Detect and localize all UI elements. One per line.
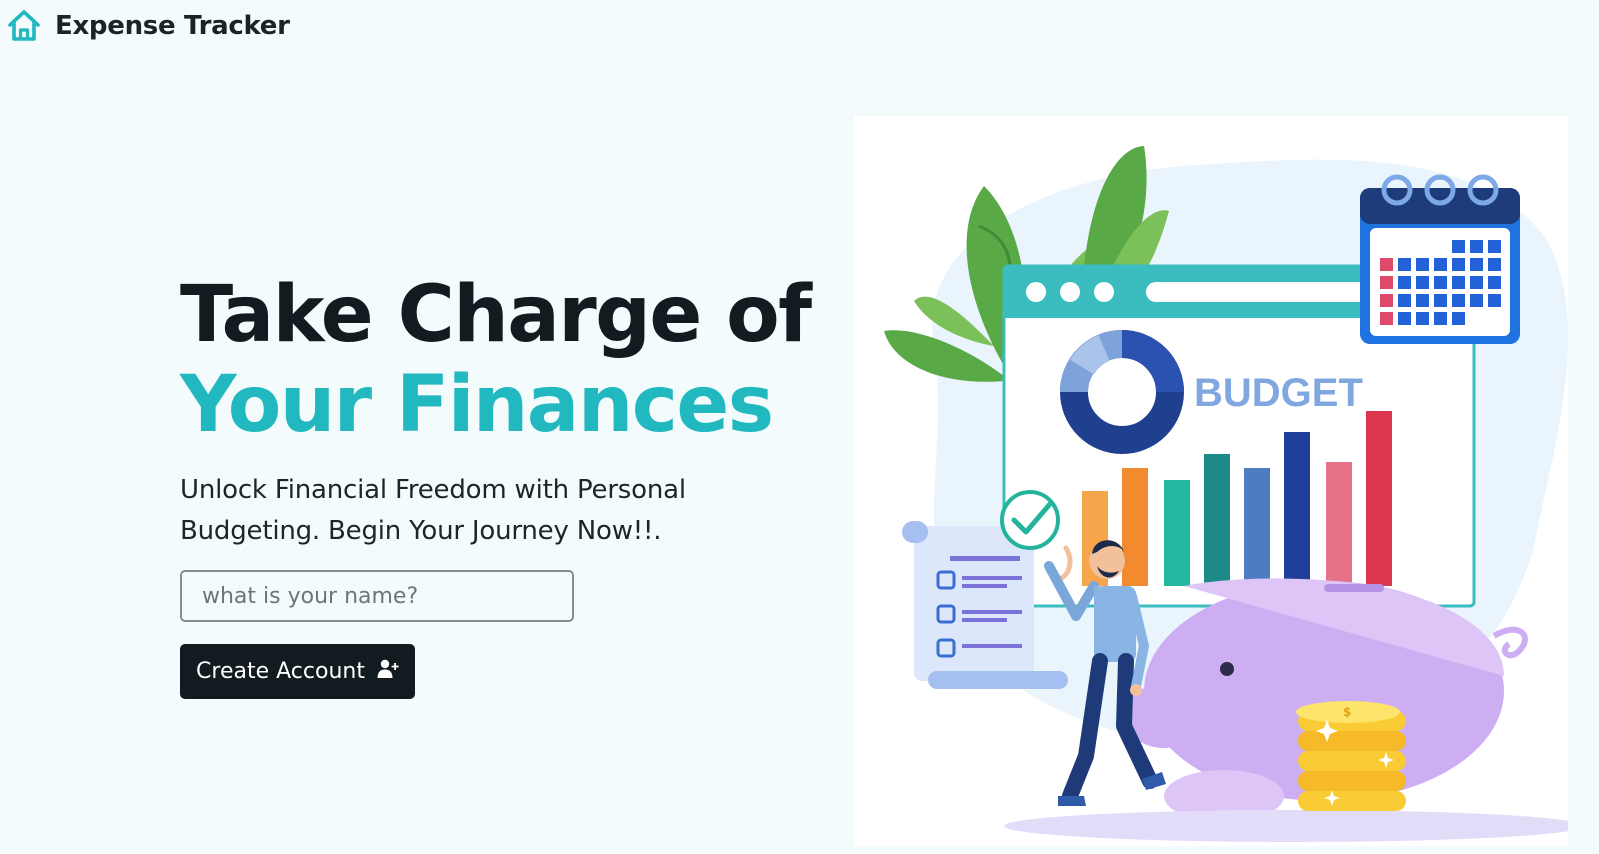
coin-stack-icon: $ [1296, 701, 1406, 811]
headline-line-1: Take Charge of [180, 270, 812, 360]
create-account-label: Create Account [196, 659, 365, 684]
budget-label: BUDGET [1194, 371, 1363, 415]
house-icon [6, 8, 42, 44]
navbar: Expense Tracker [0, 0, 1599, 60]
headline-line-2: Your Finances [180, 360, 774, 450]
brand-link[interactable]: Expense Tracker [6, 8, 290, 44]
hero-headline: Take Charge of Your Finances [180, 270, 840, 450]
create-account-button[interactable]: Create Account [180, 644, 415, 699]
brand-name: Expense Tracker [55, 11, 290, 41]
hero-subtitle: Unlock Financial Freedom with Personal B… [180, 475, 686, 546]
check-icon [1000, 490, 1060, 550]
calendar-icon [1360, 174, 1520, 344]
user-plus-icon [377, 659, 399, 685]
hero-content: Take Charge of Your Finances Unlock Fina… [180, 270, 840, 552]
budget-illustration: BUDGET $ [854, 116, 1568, 846]
name-input[interactable] [180, 570, 574, 622]
svg-text:$: $ [1343, 705, 1351, 719]
